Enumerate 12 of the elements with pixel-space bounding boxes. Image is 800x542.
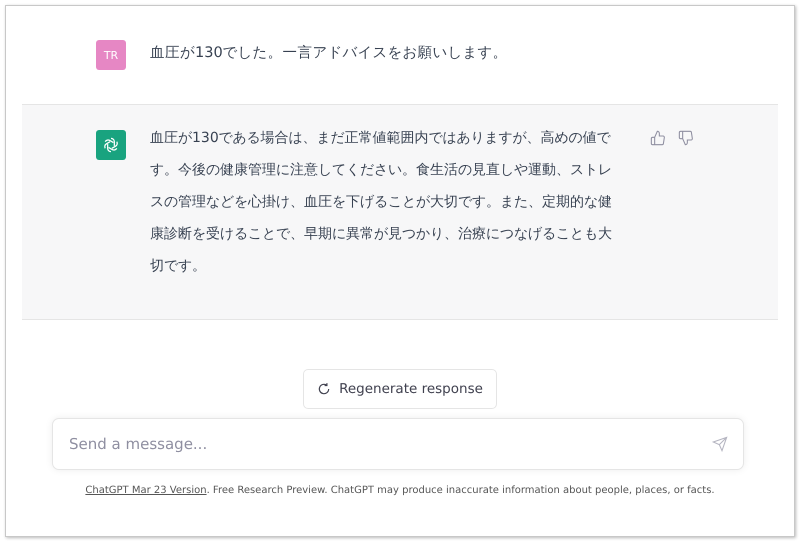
assistant-message: 血圧が130である場合は、まだ正常値範囲内ではありますが、高めの値です。今後の健康管理に注意してください。食生活の見直しや運動、ストレスの管理などを心掛け、血圧を下げることが大切です。また、定期的な健康診断を受けることで、早期に異常が見つかり、治療につなげることも大切です。 xyxy=(150,129,613,276)
logo-icon xyxy=(101,135,121,155)
version-link[interactable]: ChatGPT Mar 23 Version xyxy=(85,485,207,496)
thumbs-down-icon[interactable] xyxy=(678,130,694,146)
disclaimer-text: ChatGPT Mar 23 Version. Free Research Preview. ChatGPT may produce inaccurate information about people, places, or facts. xyxy=(84,485,716,496)
refresh-icon xyxy=(317,382,332,396)
message-field[interactable]: Send a message... xyxy=(52,418,744,470)
send-icon[interactable] xyxy=(712,436,728,452)
user-message: 血圧が130でした。一言アドバイスをお願いします。 xyxy=(150,44,508,63)
thumbs-up-icon[interactable] xyxy=(650,130,666,146)
regenerate-button[interactable]: Regenerate response xyxy=(303,369,497,409)
user-avatar: TR xyxy=(96,40,126,70)
